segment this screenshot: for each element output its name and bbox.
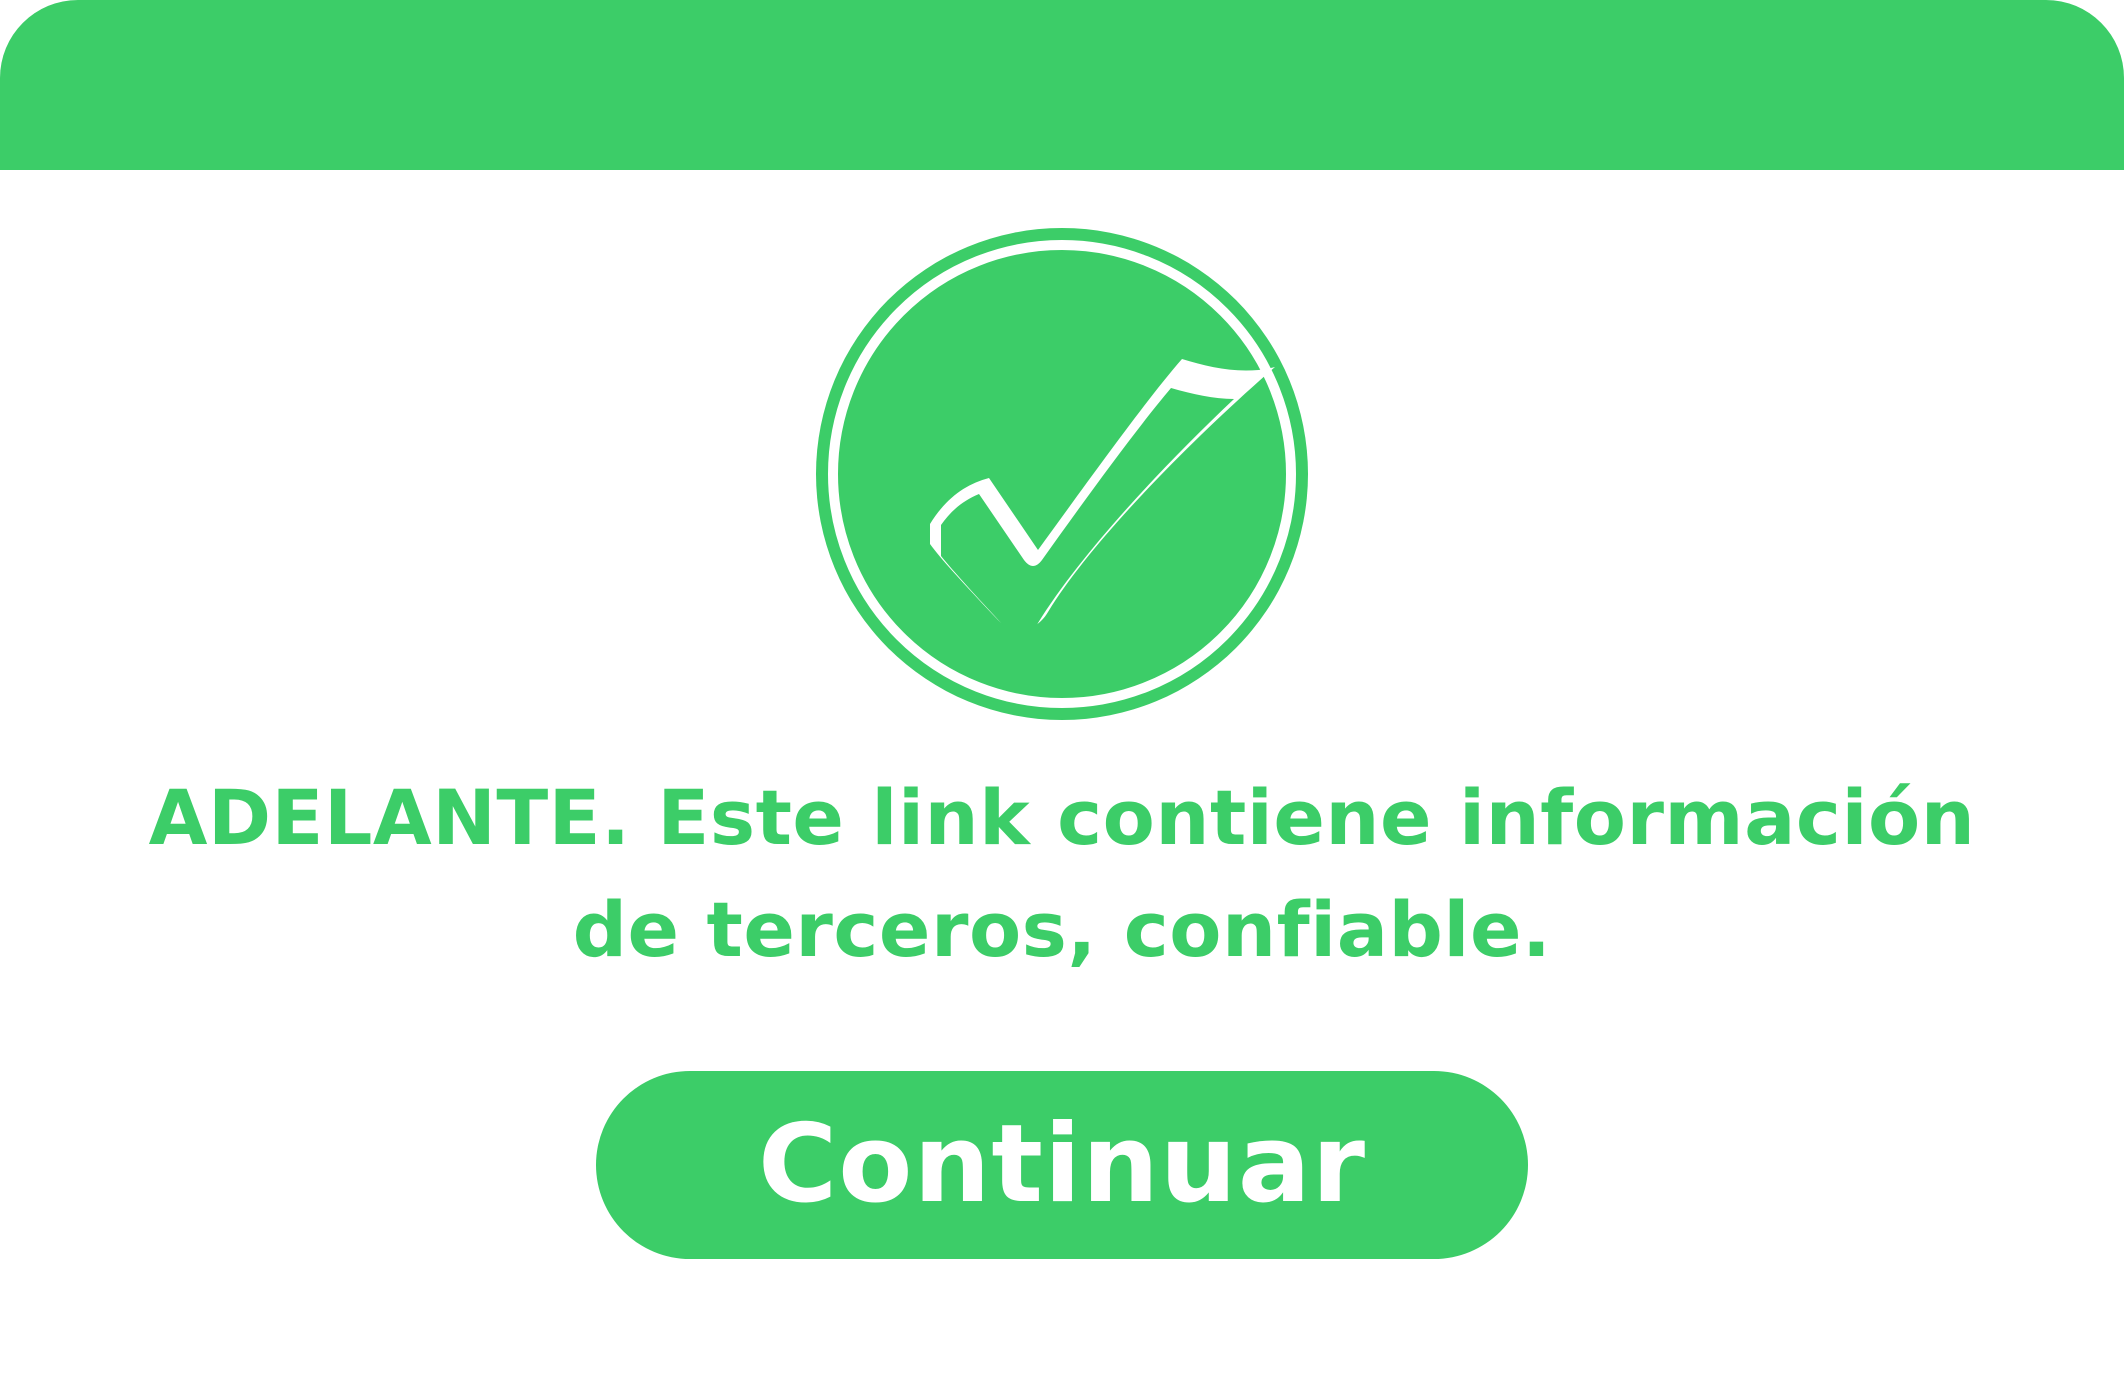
check-circle-icon <box>816 228 1308 720</box>
message-line-1: ADELANTE. Este link contiene información <box>148 773 1976 862</box>
trust-message: ADELANTE. Este link contiene información… <box>40 762 2084 986</box>
message-line-2: de terceros, confiable. <box>572 885 1552 974</box>
header-bar <box>0 0 2124 170</box>
continue-button[interactable]: Continuar <box>596 1071 1528 1259</box>
page: ADELANTE. Este link contiene información… <box>0 0 2124 1377</box>
